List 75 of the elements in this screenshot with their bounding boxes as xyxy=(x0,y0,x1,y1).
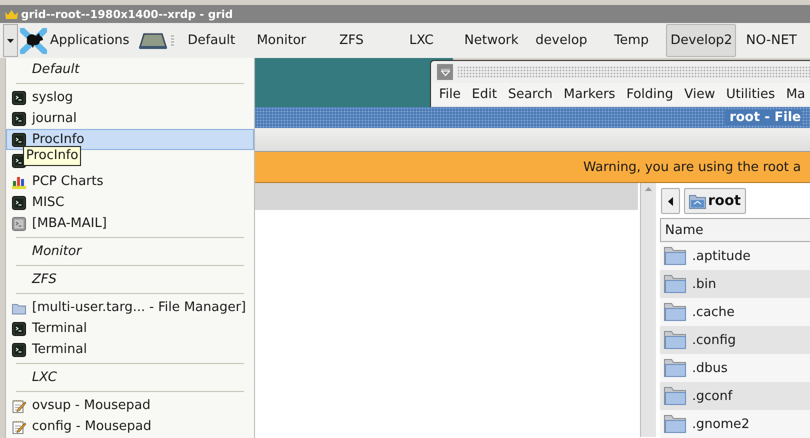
applications-menu-button[interactable]: Applications xyxy=(18,28,130,54)
menu-item[interactable]: ovsup - Mousepad xyxy=(6,395,254,416)
window-title: root - File xyxy=(725,110,801,125)
workspace-button[interactable]: Network xyxy=(456,24,526,57)
terminal-icon xyxy=(12,132,26,146)
mouse-logo-icon xyxy=(20,28,47,54)
column-header[interactable]: Name xyxy=(660,218,810,242)
back-arrow-icon xyxy=(668,196,673,206)
menu-item[interactable]: config - Mousepad xyxy=(6,416,254,437)
menu-item[interactable]: ProcInfo xyxy=(6,129,254,150)
workspace-button[interactable]: ZFS xyxy=(316,24,386,57)
terminal-icon xyxy=(12,196,26,210)
menu-item[interactable]: PCP Charts xyxy=(6,171,254,192)
workspace-button[interactable]: LXC xyxy=(386,24,456,57)
folder-icon xyxy=(664,415,686,433)
terminal-icon xyxy=(12,90,26,104)
menu-item[interactable]: [multi-user.targ... - File Manager] xyxy=(6,297,254,318)
workspace-button[interactable]: Monitor xyxy=(246,24,316,57)
toolbar-grip[interactable] xyxy=(457,66,810,78)
menu-bar-item[interactable]: Utilities xyxy=(726,86,776,102)
menu-item[interactable]: MISC xyxy=(6,192,254,213)
menu-bar-item[interactable]: Folding xyxy=(626,86,674,102)
notepad-icon xyxy=(12,398,26,412)
menu-section-header: Monitor xyxy=(31,243,83,261)
toolbar-menu-button[interactable] xyxy=(437,64,453,80)
warning-text: Warning, you are using the root a xyxy=(583,160,801,174)
scroll-up-icon[interactable] xyxy=(645,187,652,191)
caret-icon xyxy=(440,68,450,76)
menu-bar-item[interactable]: File xyxy=(439,86,461,102)
menu-section-header: Default xyxy=(31,61,81,79)
workspace-button[interactable]: NO-NET xyxy=(736,24,806,57)
file-name[interactable]: .dbus xyxy=(692,360,728,376)
window-title: grid--root--1980x1400--xrdp - grid xyxy=(21,8,233,20)
terminal-icon xyxy=(12,112,26,126)
drag-handle-icon[interactable] xyxy=(171,34,174,46)
folder-icon xyxy=(664,359,686,377)
dropdown-button[interactable] xyxy=(3,24,18,57)
chart-icon xyxy=(12,174,26,188)
menu-section-header: ZFS xyxy=(30,271,58,289)
home-folder-icon xyxy=(689,194,706,208)
scrollbar[interactable] xyxy=(640,183,656,437)
file-name[interactable]: .config xyxy=(692,332,736,348)
menu-bar-item[interactable]: View xyxy=(684,86,716,102)
folder-icon xyxy=(664,275,686,293)
folder-icon xyxy=(664,331,686,349)
folder-icon xyxy=(664,303,686,321)
terminal-icon xyxy=(12,322,26,336)
notepad-icon xyxy=(12,420,26,434)
terminal-icon xyxy=(12,342,26,356)
menu-item[interactable]: journal xyxy=(6,108,254,129)
menu-bar-item[interactable]: Edit xyxy=(472,86,497,102)
crown-icon xyxy=(5,10,18,18)
workspace-button[interactable]: Temp xyxy=(596,24,666,57)
menu-item[interactable]: Terminal xyxy=(6,339,254,360)
menu-bar-item[interactable]: Search xyxy=(508,86,553,102)
file-name[interactable]: .gconf xyxy=(692,388,732,404)
menu-item[interactable]: Terminal xyxy=(6,318,254,339)
workspace-button[interactable]: Develop2 xyxy=(666,24,736,57)
menu-section-header: LXC xyxy=(31,369,58,387)
menu-bar-item[interactable]: Markers xyxy=(564,86,616,102)
tooltip: ProcInfo xyxy=(23,146,82,166)
workspace-button[interactable]: develop xyxy=(526,24,596,57)
menu-bar-item[interactable]: Ma xyxy=(786,86,806,102)
workspace-button[interactable]: Default xyxy=(176,24,246,57)
caret-icon xyxy=(7,38,14,42)
path-button[interactable]: root xyxy=(684,188,746,214)
device-icon[interactable] xyxy=(139,32,168,48)
file-name[interactable]: .bin xyxy=(692,276,716,292)
folder-icon xyxy=(664,247,686,265)
folder-icon xyxy=(664,387,686,405)
back-button[interactable] xyxy=(661,188,680,214)
menu-item[interactable]: syslog xyxy=(6,87,254,108)
terminal-icon xyxy=(12,216,26,230)
file-name[interactable]: .cache xyxy=(692,304,735,320)
menu-item[interactable]: [MBA-MAIL] xyxy=(6,213,254,234)
